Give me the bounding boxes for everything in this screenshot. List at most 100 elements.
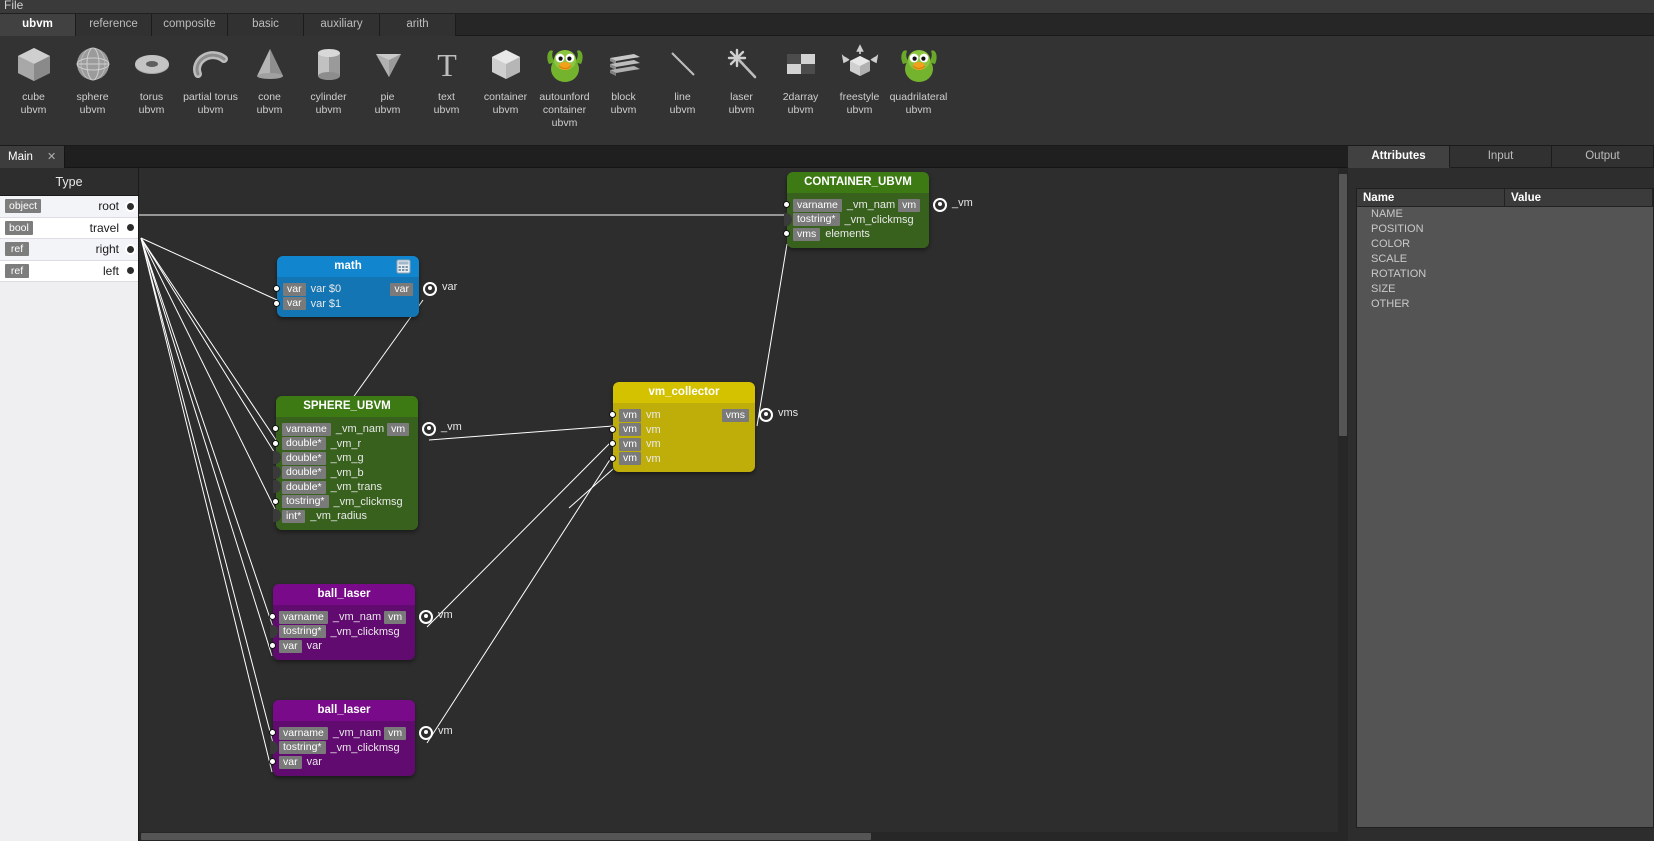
node-input-port[interactable] [272,439,279,447]
type-row[interactable]: bool travel [0,217,138,239]
type-row[interactable]: object root [0,196,138,218]
palette-item-cube[interactable]: cube ubvm [4,36,63,117]
type-output-port[interactable] [125,222,136,234]
node-port-row[interactable]: tostring* _vm_clickmsg [784,212,923,228]
type-row[interactable]: ref right [0,239,138,261]
palette-item-pie[interactable]: pie ubvm [358,36,417,117]
right-panel-tab-output[interactable]: Output [1552,146,1654,168]
node-input-port-empty[interactable] [273,480,281,493]
graph-canvas[interactable]: CONTAINER_UBVM varname _vm_nam vm tostring* _… [139,168,1348,841]
node-input-port[interactable] [783,201,790,208]
attributes-row[interactable]: SIZE [1357,282,1653,297]
category-tab-ubvm[interactable]: ubvm [0,14,76,36]
node-port-row[interactable]: tostring* _vm_clickmsg [272,495,412,510]
palette-item-2darray[interactable]: 2darray ubvm [771,36,830,117]
attributes-row[interactable]: ROTATION [1357,267,1653,282]
node-port-row[interactable]: double* _vm_trans [273,480,412,495]
node-input-port-empty[interactable] [784,212,792,226]
node-port-row[interactable]: var var [269,755,409,770]
node-output-port[interactable] [933,197,947,212]
node-port-row[interactable]: var var $1 [273,297,413,312]
palette-item-text[interactable]: Ttext ubvm [417,36,476,117]
category-tab-reference[interactable]: reference [76,14,152,36]
graph-node-sphere_ubvm[interactable]: SPHERE_UBVM varname _vm_nam vm double* _vm_r d… [272,396,462,530]
node-input-port-empty[interactable] [270,624,278,638]
attributes-row[interactable]: SCALE [1357,252,1653,267]
node-output-port[interactable] [422,421,436,436]
node-input-port[interactable] [609,411,616,418]
node-input-port[interactable] [609,425,616,433]
node-output-port[interactable] [419,609,433,624]
node-port-row[interactable]: vm vm [609,423,749,438]
node-port-row[interactable]: varname _vm_nam vm [269,726,409,741]
palette-item-block[interactable]: block ubvm [594,36,653,117]
type-output-port[interactable] [125,200,136,212]
node-input-port[interactable] [273,299,280,307]
node-input-port-empty[interactable] [273,509,281,522]
category-tab-auxiliary[interactable]: auxiliary [304,14,380,36]
node-port-row[interactable]: varname _vm_nam vm [272,422,412,437]
node-input-port[interactable] [272,497,279,505]
menu-item-file[interactable]: File [0,0,27,13]
palette-item-torus[interactable]: torus ubvm [122,36,181,117]
node-port-row[interactable]: tostring* _vm_clickmsg [270,624,409,640]
node-input-port[interactable] [609,454,616,462]
canvas-horizontal-scrollbar[interactable] [139,832,1348,841]
canvas-vertical-scrollbar[interactable] [1338,168,1348,841]
node-input-port[interactable] [269,613,276,620]
node-port-row[interactable]: varname _vm_nam vm [783,198,923,213]
category-tab-basic[interactable]: basic [228,14,304,36]
palette-item-line[interactable]: line ubvm [653,36,712,117]
node-port-row[interactable]: vm vm [609,452,749,467]
category-tab-arith[interactable]: arith [380,14,456,36]
close-icon[interactable]: ✕ [47,146,56,168]
attributes-row[interactable]: OTHER [1357,297,1653,312]
node-output-port[interactable] [423,281,437,296]
palette-item-laser[interactable]: laser ubvm [712,36,771,117]
node-input-port[interactable] [273,285,280,292]
node-port-row[interactable]: vm vm vms [609,408,749,423]
node-input-port-empty[interactable] [270,740,278,754]
category-tab-composite[interactable]: composite [152,14,228,36]
document-tab-main[interactable]: Main ✕ [0,146,66,168]
palette-item-container[interactable]: container ubvm [476,36,535,117]
graph-node-ball_laser_1[interactable]: ball_laser varname _vm_nam vm tostring* _vm_c… [269,584,453,660]
node-port-row[interactable]: var var $0 var [273,282,413,297]
palette-item-cylinder[interactable]: cylinder ubvm [299,36,358,117]
right-panel-tab-input[interactable]: Input [1450,146,1552,168]
node-output-port[interactable] [419,725,433,740]
canvas-vertical-scroll-thumb[interactable] [1339,174,1347,436]
type-row[interactable]: ref left [0,260,138,282]
node-port-row[interactable]: vms elements [783,227,923,242]
palette-item-cone[interactable]: cone ubvm [240,36,299,117]
node-input-port-empty[interactable] [273,465,281,479]
attributes-row[interactable]: POSITION [1357,222,1653,237]
node-port-row[interactable]: varname _vm_nam vm [269,610,409,625]
node-input-port[interactable] [272,425,279,432]
palette-item-sphere[interactable]: sphere ubvm [63,36,122,117]
graph-node-math[interactable]: math var var $0 var var var $1 var [273,256,457,317]
right-panel-tab-attributes[interactable]: Attributes [1348,146,1450,168]
node-input-port[interactable] [269,642,276,649]
graph-node-container_ubvm[interactable]: CONTAINER_UBVM varname _vm_nam vm tostring* _… [783,172,973,248]
node-input-port[interactable] [269,729,276,736]
canvas-horizontal-scroll-thumb[interactable] [141,833,871,840]
palette-item-freestyle[interactable]: freestyle ubvm [830,36,889,117]
attributes-row[interactable]: COLOR [1357,237,1653,252]
palette-item-quadrilateral[interactable]: quadrilateral ubvm [889,36,948,117]
node-input-port[interactable] [269,758,276,765]
node-output-port[interactable] [759,407,773,422]
node-input-port[interactable] [783,230,790,237]
node-port-row[interactable]: int* _vm_radius [273,509,412,524]
type-output-port[interactable] [125,243,136,255]
node-port-row[interactable]: var var [269,639,409,654]
graph-node-ball_laser_2[interactable]: ball_laser varname _vm_nam vm tostring* _vm_c… [269,700,453,776]
attributes-row[interactable]: NAME [1357,207,1653,222]
node-input-port-empty[interactable] [273,451,281,464]
palette-item-autounford-container[interactable]: autounford container ubvm [535,36,594,130]
node-port-row[interactable]: tostring* _vm_clickmsg [270,740,409,756]
node-port-row[interactable]: double* _vm_g [273,451,412,466]
type-output-port[interactable] [125,265,136,277]
node-port-row[interactable]: vm vm [609,437,749,452]
graph-node-vm_collector[interactable]: vm_collector vm vm vms vm vm vm vm vm vm vms [609,382,798,472]
